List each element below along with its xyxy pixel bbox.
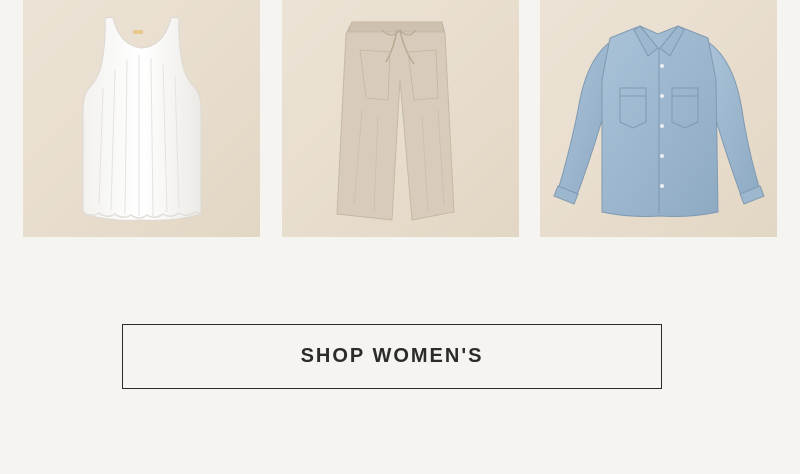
product-tile-pants[interactable] (282, 0, 519, 237)
chambray-shirt-image (553, 25, 765, 217)
shop-womens-label: SHOP WOMEN'S (300, 345, 484, 367)
product-tile-tank[interactable] (23, 0, 260, 237)
product-tile-shirt[interactable] (540, 0, 777, 237)
shop-womens-button[interactable]: SHOP WOMEN'S (122, 324, 662, 389)
linen-pants-image (336, 21, 455, 221)
product-showcase: SHOP WOMEN'S (0, 0, 800, 474)
white-tank-image (82, 17, 202, 221)
